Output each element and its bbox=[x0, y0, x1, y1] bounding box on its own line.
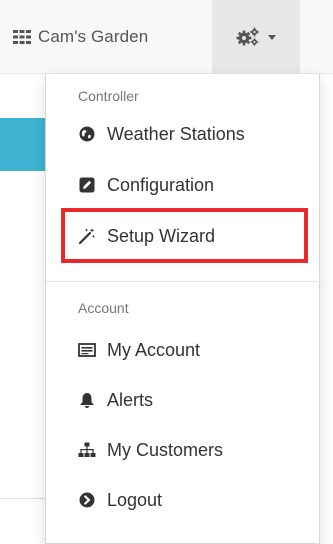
menu-item-configuration[interactable]: Configuration bbox=[78, 170, 214, 200]
gears-icon bbox=[236, 27, 259, 46]
highlight-box bbox=[61, 208, 308, 263]
brand-link[interactable]: Cam's Garden bbox=[13, 22, 148, 52]
navbar: Cam's Garden bbox=[0, 0, 333, 74]
menu-item-label: Alerts bbox=[107, 389, 154, 410]
menu-divider bbox=[46, 281, 321, 282]
settings-dropdown-toggle[interactable] bbox=[212, 0, 300, 74]
menu-item-label: Configuration bbox=[107, 174, 215, 195]
menu-item-logout[interactable]: Logout bbox=[78, 485, 162, 515]
controller-header: Controller bbox=[78, 88, 139, 104]
globe-icon bbox=[78, 125, 96, 143]
background-banner bbox=[0, 118, 50, 171]
menu-item-label: My Account bbox=[107, 339, 201, 360]
card-icon bbox=[78, 341, 96, 359]
sitemap-icon bbox=[78, 441, 96, 459]
bell-icon bbox=[78, 391, 96, 409]
menu-item-weather-stations[interactable]: Weather Stations bbox=[78, 119, 245, 149]
menu-item-label: Logout bbox=[107, 489, 163, 510]
menu-item-label: My Customers bbox=[107, 439, 224, 460]
grid-icon bbox=[13, 30, 31, 44]
circle-arrow-icon bbox=[78, 491, 96, 509]
account-header: Account bbox=[78, 300, 129, 316]
menu-item-my-customers[interactable]: My Customers bbox=[78, 435, 223, 465]
settings-dropdown-menu: Controller Weather Stations Configuratio… bbox=[45, 74, 321, 544]
menu-item-label: Weather Stations bbox=[107, 123, 245, 144]
brand-label: Cam's Garden bbox=[38, 27, 149, 46]
menu-item-my-account[interactable]: My Account bbox=[78, 335, 200, 365]
menu-item-alerts[interactable]: Alerts bbox=[78, 385, 153, 415]
caret-down-icon bbox=[268, 34, 276, 40]
edit-icon bbox=[78, 176, 96, 194]
background-divider bbox=[0, 498, 50, 499]
